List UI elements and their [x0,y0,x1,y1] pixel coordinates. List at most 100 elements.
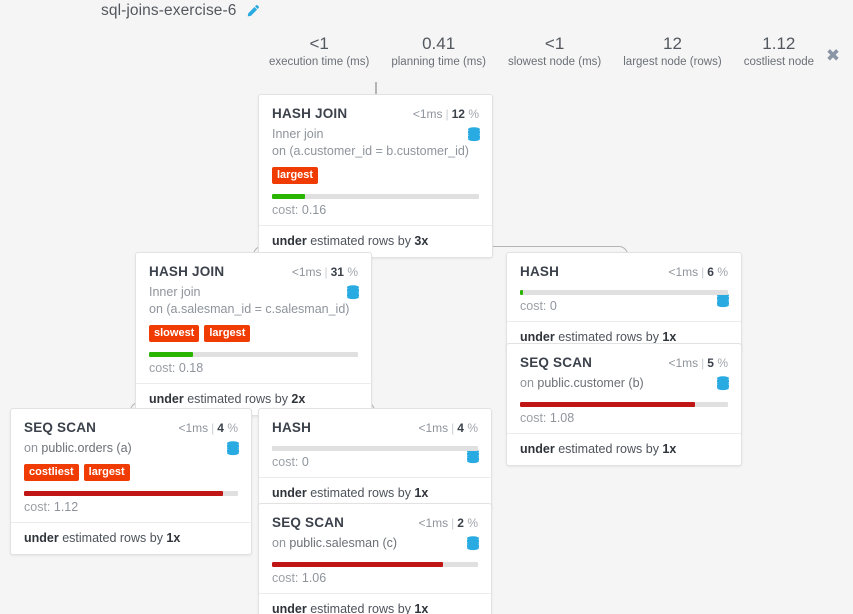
summary-stats-list: <1 execution time (ms) 0.41 planning tim… [258,34,825,70]
stat-value: 1.12 [762,34,796,53]
cost-label: cost: [272,203,302,217]
tag-largest: largest [83,464,130,481]
cost-value: 0 [549,299,557,313]
node-bar-wrap [136,342,371,357]
database-icon[interactable] [466,449,480,465]
node-percent-symbol: % [347,265,358,279]
relation-prefix: on [272,536,290,550]
node-metrics: <1ms | 4 % [418,421,478,435]
node-metrics: <1ms | 6 % [668,265,728,279]
summary-stats-bar: <1 execution time (ms) 0.41 planning tim… [0,34,853,76]
estimate-factor: 1x [662,442,677,456]
estimate-direction: under [272,234,307,248]
database-icon[interactable] [346,285,360,301]
tag-largest: largest [204,325,251,342]
node-estimate: under estimated rows by 1x [507,433,741,465]
estimate-direction: under [520,442,555,456]
cost-value: 0.16 [301,203,327,217]
node-time: <1ms [291,265,322,279]
node-type: HASH JOIN [149,264,225,279]
node-time: <1ms [178,421,209,435]
node-header: SEQ SCAN <1ms | 2 % [259,504,491,530]
cost-bar-fill [520,402,695,407]
cost-value: 1.06 [301,571,327,585]
node-type: SEQ SCAN [272,515,345,530]
node-bar-wrap [259,552,491,567]
node-detail-line-1: Inner join [149,284,358,301]
node-cost: cost: 0.16 [259,199,492,225]
plan-node-seq-scan-customer[interactable]: SEQ SCAN <1ms | 5 % on public.customer (b) [506,343,742,466]
node-time: <1ms [668,265,699,279]
node-header: HASH JOIN <1ms | 31 % [136,253,371,279]
pencil-icon[interactable] [245,4,260,19]
join-kind: Inner [149,285,178,299]
cost-bar-track [520,402,728,407]
node-header: HASH <1ms | 6 % [507,253,741,279]
node-metrics: <1ms | 2 % [418,516,478,530]
node-percent: 12 [451,107,465,121]
node-percent: 31 [330,265,344,279]
stat-execution-time: <1 execution time (ms) [258,34,380,70]
cost-value: 1.08 [549,411,575,425]
stat-value: <1 [309,34,329,53]
relation-name: public.orders (a) [41,441,132,455]
close-icon[interactable]: ✖ [824,47,842,65]
node-estimate: under estimated rows by 1x [11,522,251,554]
node-type: HASH JOIN [272,106,348,121]
node-metrics: <1ms | 4 % [178,421,238,435]
node-type: HASH [520,264,560,279]
node-bar-wrap [507,392,741,407]
plan-node-seq-scan-salesman[interactable]: SEQ SCAN <1ms | 2 % on public.salesman (c) [258,503,492,614]
estimate-direction: under [272,486,307,500]
join-kind: Inner [272,127,301,141]
estimate-direction: under [24,531,59,545]
metric-separator: | [451,421,455,435]
tag-largest: largest [272,167,319,184]
plan-node-hash-join-customer[interactable]: HASH JOIN <1ms | 12 % Inner join on (a.cus… [258,94,493,258]
node-metrics: <1ms | 31 % [292,265,358,279]
database-icon[interactable] [716,293,730,309]
plan-node-hash-right[interactable]: HASH <1ms | 6 % cost: 0 under estimated … [506,252,742,354]
plan-node-hash-middle[interactable]: HASH <1ms | 4 % cost: 0 under estimated … [258,408,492,510]
database-icon[interactable] [466,536,480,552]
node-tags: costliest largest [11,457,251,481]
node-bar-wrap [507,279,741,295]
node-cost: cost: 1.12 [11,496,251,522]
node-percent-symbol: % [717,265,728,279]
plan-node-seq-scan-orders[interactable]: SEQ SCAN <1ms | 4 % on public.orders (a) c… [10,408,252,555]
estimate-text: estimated rows by [306,602,415,614]
stat-label: execution time (ms) [269,56,370,68]
plan-title-wrap: sql-joins-exercise-6 [101,2,260,20]
node-cost: cost: 0.18 [136,357,371,383]
node-detail-line-1: on public.customer (b) [520,375,728,392]
stat-label: largest node (rows) [623,56,722,68]
stat-label: slowest node (ms) [507,56,602,68]
database-icon[interactable] [226,441,240,457]
node-bar-wrap [259,184,492,199]
node-cost: cost: 1.06 [259,567,491,593]
database-icon[interactable] [716,376,730,392]
cost-value: 0.18 [178,361,204,375]
node-header: SEQ SCAN <1ms | 4 % [11,409,251,435]
node-percent: 4 [457,421,464,435]
estimate-direction: under [272,602,307,614]
node-percent: 6 [707,265,714,279]
cost-bar-track [272,194,479,199]
cost-bar-fill [149,352,193,357]
cost-value: 0 [301,455,309,469]
node-body: on public.salesman (c) [259,530,491,552]
node-header: SEQ SCAN <1ms | 5 % [507,344,741,370]
cost-bar-fill [272,194,306,199]
plan-node-hash-join-salesman[interactable]: HASH JOIN <1ms | 31 % Inner join on (a.sal… [135,252,372,416]
database-icon[interactable] [467,127,481,143]
node-percent-symbol: % [717,356,728,370]
cost-value: 1.12 [53,500,79,514]
estimate-factor: 1x [166,531,181,545]
node-body: Inner join on (a.customer_id = b.custome… [259,121,492,160]
node-bar-wrap [11,481,251,496]
estimate-factor: 2x [291,392,306,406]
page-title: sql-joins-exercise-6 [101,2,237,19]
query-plan-view: sql-joins-exercise-6 <1 execution time (… [0,0,853,614]
node-percent-symbol: % [467,516,478,530]
cost-bar-track [24,491,238,496]
